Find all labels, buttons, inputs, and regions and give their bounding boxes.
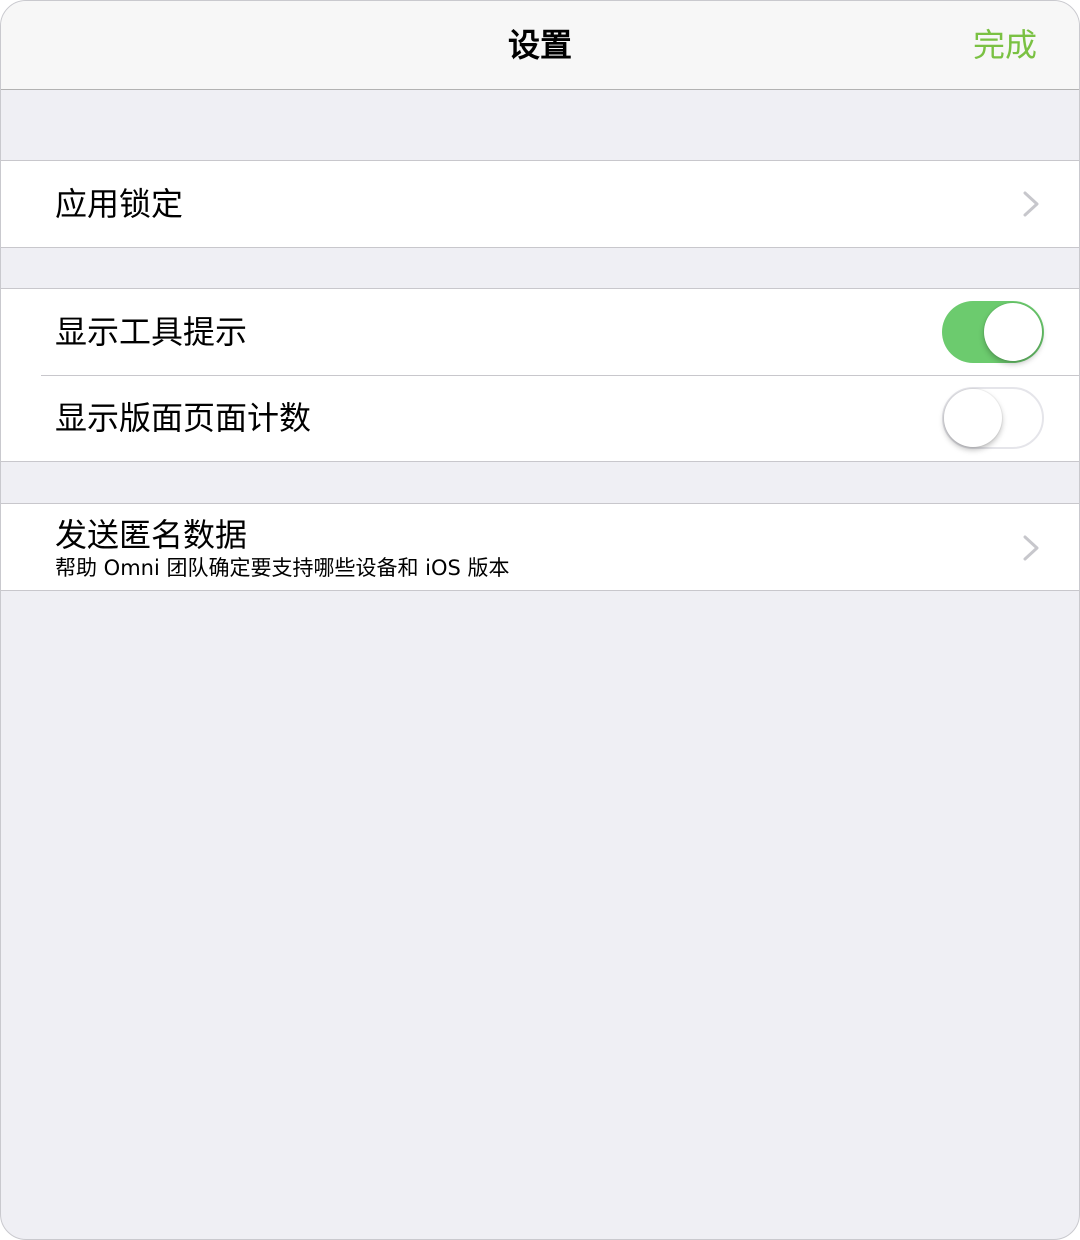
display-options-group: 显示工具提示 显示版面页面计数 <box>1 288 1079 462</box>
show-page-count-toggle[interactable] <box>942 387 1044 449</box>
toggle-knob <box>984 303 1042 361</box>
app-lock-row[interactable]: 应用锁定 <box>1 161 1079 247</box>
chevron-right-icon <box>1023 191 1039 217</box>
settings-sheet: 设置 完成 应用锁定 显示工具提示 显示版面页面计数 发送匿名数据 帮助 Omn… <box>0 0 1080 1240</box>
send-anonymous-data-title: 发送匿名数据 <box>55 516 248 554</box>
send-anonymous-data-subtitle: 帮助 Omni 团队确定要支持哪些设备和 iOS 版本 <box>55 556 510 580</box>
send-anonymous-data-row[interactable]: 发送匿名数据 帮助 Omni 团队确定要支持哪些设备和 iOS 版本 <box>1 504 1079 590</box>
app-lock-label: 应用锁定 <box>55 185 184 223</box>
chevron-right-icon <box>1023 535 1039 561</box>
navigation-bar: 设置 完成 <box>1 1 1079 90</box>
analytics-group: 发送匿名数据 帮助 Omni 团队确定要支持哪些设备和 iOS 版本 <box>1 503 1079 591</box>
show-tooltips-label: 显示工具提示 <box>55 313 248 351</box>
show-page-count-row: 显示版面页面计数 <box>1 375 1079 461</box>
show-page-count-label: 显示版面页面计数 <box>55 399 312 437</box>
show-tooltips-toggle[interactable] <box>942 301 1044 363</box>
done-button[interactable]: 完成 <box>973 23 1037 67</box>
toggle-knob <box>944 389 1002 447</box>
app-lock-group: 应用锁定 <box>1 160 1079 248</box>
page-title: 设置 <box>507 26 572 64</box>
show-tooltips-row: 显示工具提示 <box>1 289 1079 375</box>
